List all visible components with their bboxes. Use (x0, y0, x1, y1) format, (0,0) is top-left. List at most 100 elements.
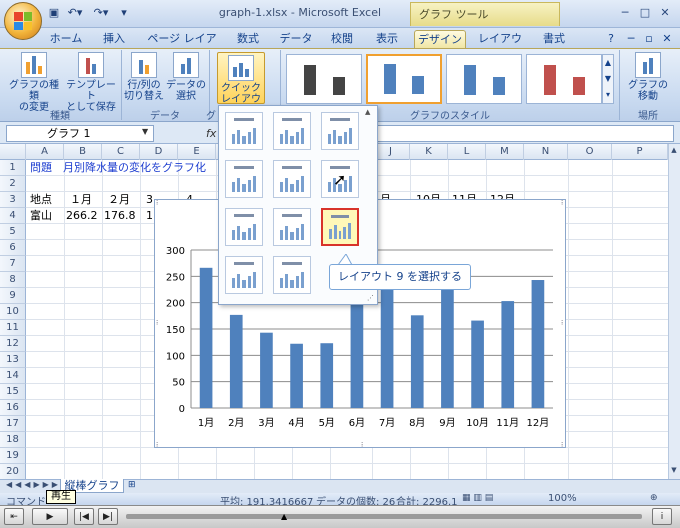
scroll-down-icon[interactable]: ▼ (669, 466, 679, 476)
cell-a4[interactable]: 富山 (30, 208, 52, 224)
zoom-in-icon[interactable]: ⊕ (650, 493, 662, 504)
chart-style-2[interactable] (366, 54, 442, 104)
maximize-icon[interactable]: □ (638, 6, 652, 20)
row-header[interactable]: 14 (0, 368, 26, 384)
column-header[interactable]: C (102, 144, 140, 160)
playback-progress-track[interactable] (126, 514, 642, 519)
cell-c3[interactable]: ２月 (108, 192, 130, 208)
row-header[interactable]: 20 (0, 464, 26, 480)
row-header[interactable]: 1 (0, 160, 26, 176)
tab-format[interactable]: 書式 (534, 30, 574, 48)
column-header[interactable]: K (410, 144, 448, 160)
tab-page-layout[interactable]: ページ レイアウト (142, 30, 222, 63)
redo-icon[interactable]: ↷▾ (90, 5, 112, 21)
row-header[interactable]: 18 (0, 432, 26, 448)
select-all-corner[interactable] (0, 144, 26, 160)
tab-view[interactable]: 表示 (368, 30, 406, 48)
close-icon[interactable]: ✕ (658, 6, 672, 20)
quick-layout-7[interactable] (225, 208, 263, 246)
minimize-icon[interactable]: ─ (618, 6, 632, 20)
row-header[interactable]: 6 (0, 240, 26, 256)
name-box[interactable]: グラフ 1 (6, 125, 154, 142)
change-chart-type-button[interactable]: グラフの種類 の変更 (6, 52, 62, 113)
move-chart-button[interactable]: グラフの 移動 (622, 52, 674, 102)
row-header[interactable]: 17 (0, 416, 26, 432)
tab-design[interactable]: デザイン (414, 30, 466, 48)
switch-row-column-button[interactable]: 行/列の 切り替え (122, 52, 166, 102)
cell-a3[interactable]: 地点 (30, 192, 52, 208)
save-icon[interactable]: ▣ (46, 5, 62, 21)
column-header[interactable]: B (64, 144, 102, 160)
cell-d3[interactable]: 3 (146, 192, 153, 208)
quick-layout-11[interactable] (273, 256, 311, 294)
row-header[interactable]: 12 (0, 336, 26, 352)
quick-layout-10[interactable] (225, 256, 263, 294)
row-header[interactable]: 7 (0, 256, 26, 272)
chart-style-3[interactable] (446, 54, 522, 104)
cell-c4[interactable]: 176.8 (104, 208, 136, 224)
row-header[interactable]: 15 (0, 384, 26, 400)
quick-layout-button[interactable]: クイック レイアウト (217, 52, 265, 116)
save-as-template-button[interactable]: テンプレート として保存 (62, 52, 120, 113)
column-header[interactable]: M (486, 144, 524, 160)
zoom-level[interactable]: 100% (548, 493, 577, 504)
tab-home[interactable]: ホーム (46, 30, 86, 48)
info-icon[interactable]: i (652, 508, 672, 525)
quick-layout-3[interactable] (321, 112, 359, 150)
cell-a1[interactable]: 問題 月別降水量の変化をグラフ化 (30, 160, 206, 176)
quick-layout-1[interactable] (225, 112, 263, 150)
quick-layout-8[interactable] (273, 208, 311, 246)
column-header[interactable]: L (448, 144, 486, 160)
chart-style-4[interactable] (526, 54, 602, 104)
vertical-scrollbar[interactable] (668, 144, 680, 479)
column-header[interactable]: E (178, 144, 216, 160)
rewind-icon[interactable]: ⇤ (4, 508, 24, 525)
quick-layout-2[interactable] (273, 112, 311, 150)
quick-layout-5[interactable] (273, 160, 311, 198)
undo-icon[interactable]: ↶▾ (64, 5, 86, 21)
cell-b3[interactable]: １月 (70, 192, 92, 208)
row-header[interactable]: 11 (0, 320, 26, 336)
chart-styles-scroll[interactable]: ▲ ▼ ▾ (602, 54, 614, 104)
select-data-button[interactable]: データの 選択 (166, 52, 206, 102)
tab-insert[interactable]: 挿入 (96, 30, 132, 48)
row-header[interactable]: 19 (0, 448, 26, 464)
chart-style-1[interactable] (286, 54, 362, 104)
row-header[interactable]: 2 (0, 176, 26, 192)
tab-formulas[interactable]: 数式 (230, 30, 266, 48)
row-header[interactable]: 4 (0, 208, 26, 224)
ribbon-restore-icon[interactable]: ▫ (642, 30, 656, 48)
column-header[interactable]: A (26, 144, 64, 160)
next-icon[interactable]: ▶| (98, 508, 118, 525)
view-buttons-icon[interactable]: ▦ ▥ ▤ (462, 493, 502, 504)
row-header[interactable]: 5 (0, 224, 26, 240)
ribbon-minimize-icon[interactable]: ─ (624, 30, 638, 48)
scroll-up-icon[interactable]: ▲ (669, 146, 679, 156)
office-button[interactable] (4, 2, 42, 40)
previous-icon[interactable]: |◀ (74, 508, 94, 525)
help-icon[interactable]: ? (604, 30, 618, 48)
column-header[interactable]: D (140, 144, 178, 160)
tab-review[interactable]: 校閲 (324, 30, 360, 48)
row-header[interactable]: 8 (0, 272, 26, 288)
tab-layout[interactable]: レイアウト (474, 30, 526, 63)
quick-layout-4[interactable] (225, 160, 263, 198)
quick-layout-9[interactable] (321, 208, 359, 246)
cell-b4[interactable]: 266.2 (66, 208, 98, 224)
row-header[interactable]: 9 (0, 288, 26, 304)
gallery-scroll-up-icon[interactable]: ▲ (365, 108, 375, 118)
insert-sheet-icon[interactable]: ⊞ (128, 480, 142, 492)
row-header[interactable]: 3 (0, 192, 26, 208)
gallery-resize-grip-icon[interactable]: ⋰ (367, 294, 375, 302)
column-header[interactable]: N (524, 144, 568, 160)
column-header[interactable]: P (612, 144, 668, 160)
customize-qat-icon[interactable]: ▾ (118, 5, 130, 21)
cell-d4[interactable]: 1 (146, 208, 153, 224)
play-button[interactable]: ▶ (32, 508, 68, 525)
column-header[interactable]: O (568, 144, 612, 160)
tab-data[interactable]: データ (276, 30, 316, 48)
row-header[interactable]: 10 (0, 304, 26, 320)
name-box-dropdown-icon[interactable]: ▼ (142, 127, 152, 139)
playback-progress-thumb[interactable]: ▲ (281, 512, 289, 521)
workbook-close-icon[interactable]: ✕ (660, 30, 674, 48)
